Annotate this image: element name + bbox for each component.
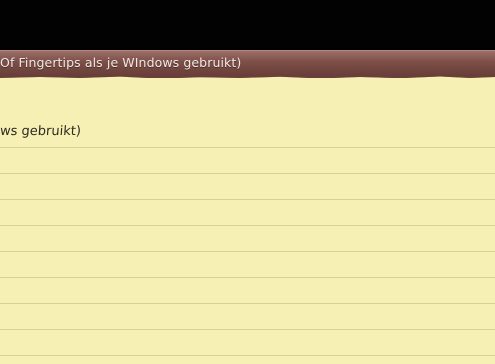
window-title: Of Fingertips als je WIndows gebruikt) [0, 55, 242, 70]
screen-top-black-area [0, 0, 495, 50]
window-title-bar[interactable]: Of Fingertips als je WIndows gebruikt) [0, 50, 495, 75]
notepad-header-space [0, 78, 495, 122]
note-text-line[interactable]: ws gebruikt) [0, 124, 81, 139]
